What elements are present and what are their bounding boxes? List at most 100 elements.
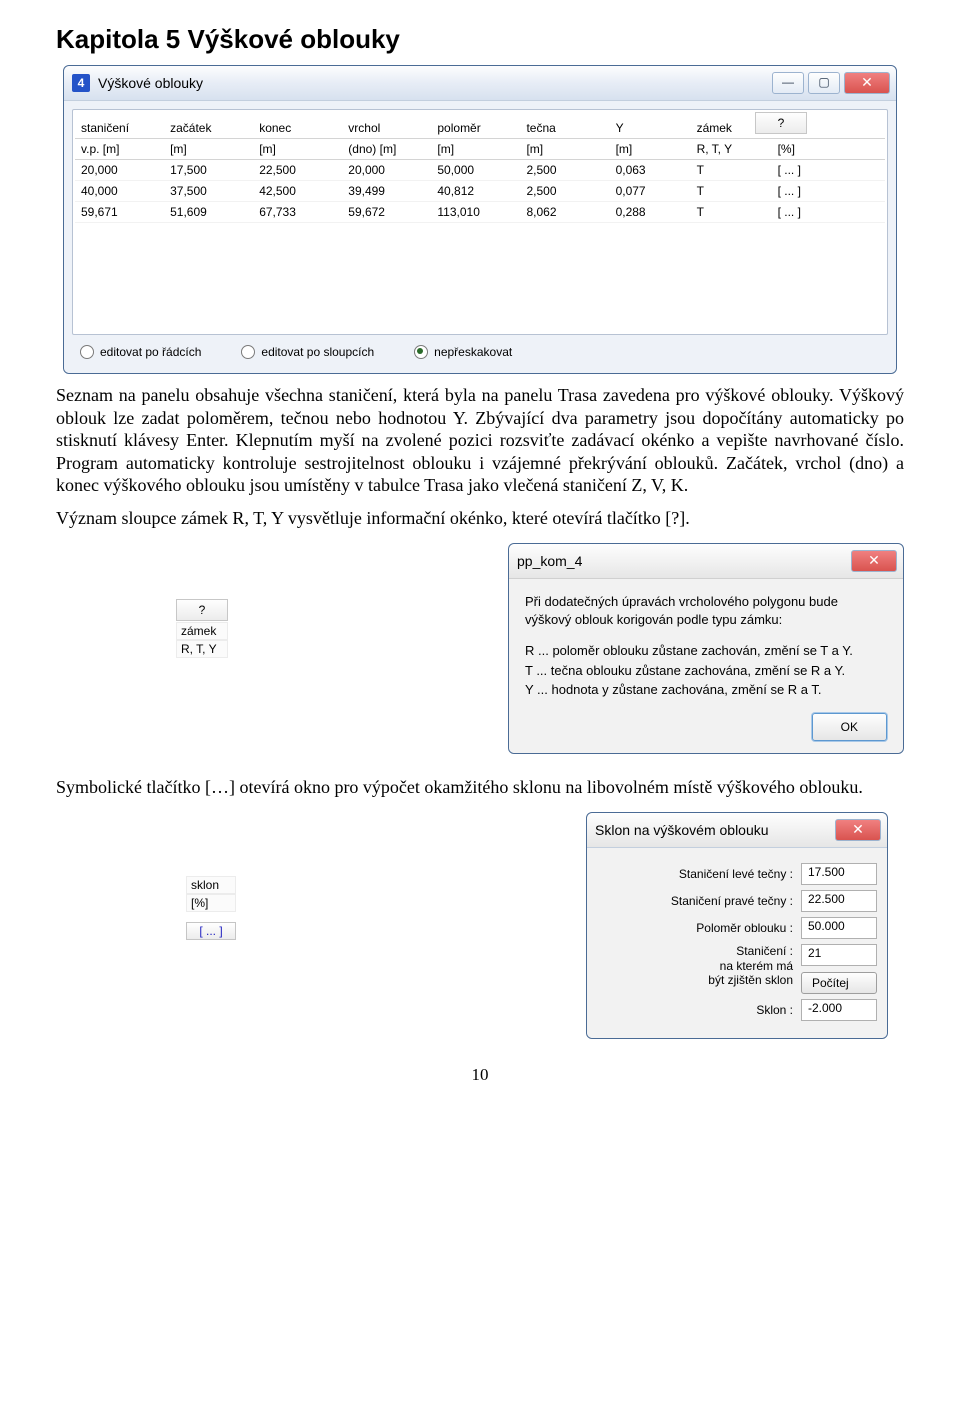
help-button[interactable]: ? xyxy=(176,599,228,621)
sklon-cell-button[interactable]: [ ... ] xyxy=(772,181,885,202)
field-label: Staničení : na kterém má být zjištěn skl… xyxy=(597,944,793,987)
dialog-text: Y ... hodnota y zůstane zachována, změní… xyxy=(525,681,887,699)
col-subheader: [m] xyxy=(164,139,253,160)
dialog-title: pp_kom_4 xyxy=(517,553,582,569)
window-title: Výškové oblouky xyxy=(98,75,203,91)
field-value[interactable]: 50.000 xyxy=(801,917,877,939)
form-row: Staničení : na kterém má být zjištěn skl… xyxy=(597,944,877,994)
close-button[interactable]: ✕ xyxy=(844,72,890,94)
cell[interactable]: 8,062 xyxy=(520,202,609,223)
cell[interactable]: 20,000 xyxy=(75,160,164,181)
col-header[interactable]: vrchol xyxy=(342,112,431,139)
dialog-text: T ... tečna oblouku zůstane zachována, z… xyxy=(525,662,887,680)
table-row: 40,000 37,500 42,500 39,499 40,812 2,500… xyxy=(75,181,885,202)
paragraph: Význam sloupce zámek R, T, Y vysvětluje … xyxy=(56,507,904,530)
cell[interactable]: 17,500 xyxy=(164,160,253,181)
cell[interactable]: 0,288 xyxy=(610,202,691,223)
cell[interactable]: 113,010 xyxy=(431,202,520,223)
field-label: Sklon : xyxy=(597,1003,793,1017)
col-subheader: [m] xyxy=(520,139,609,160)
radio-icon xyxy=(80,345,94,359)
close-button[interactable]: ✕ xyxy=(851,550,897,572)
col-header[interactable]: začátek xyxy=(164,112,253,139)
minimize-button[interactable]: — xyxy=(772,72,804,94)
col-header[interactable]: konec xyxy=(253,112,342,139)
col-header[interactable]: staničení xyxy=(75,112,164,139)
form-row: Poloměr oblouku : 50.000 xyxy=(597,917,877,939)
snippet-label: zámek xyxy=(176,622,228,640)
cell[interactable]: 20,000 xyxy=(342,160,431,181)
ok-button[interactable]: OK xyxy=(812,713,887,741)
compute-button[interactable]: Počítej xyxy=(801,972,877,994)
snippet-label: sklon xyxy=(186,876,236,894)
field-value[interactable]: 22.500 xyxy=(801,890,877,912)
cell[interactable]: 0,077 xyxy=(610,181,691,202)
field-label: Staničení pravé tečny : xyxy=(597,894,793,908)
col-subheader: [m] xyxy=(431,139,520,160)
sklon-cell-button[interactable]: [ ... ] xyxy=(186,922,236,940)
dialog-text: R ... poloměr oblouku zůstane zachován, … xyxy=(525,642,887,660)
maximize-button[interactable]: ▢ xyxy=(808,72,840,94)
col-subheader: R, T, Y xyxy=(691,139,772,160)
sklon-cell-button[interactable]: [ ... ] xyxy=(772,202,885,223)
dialog-sklon: Sklon na výškovém oblouku ✕ Staničení le… xyxy=(586,812,888,1039)
sklon-output: -2.000 xyxy=(801,999,877,1021)
field-label: Staničení levé tečny : xyxy=(597,867,793,881)
cell[interactable]: 39,499 xyxy=(342,181,431,202)
col-subheader: [m] xyxy=(610,139,691,160)
edit-mode-radios: editovat po řádcích editovat po sloupcíc… xyxy=(72,335,888,365)
app-icon: 4 xyxy=(72,74,90,92)
field-value[interactable]: 17.500 xyxy=(801,863,877,885)
help-button[interactable]: ? xyxy=(755,112,807,134)
window-titlebar[interactable]: 4 Výškové oblouky — ▢ ✕ xyxy=(64,66,896,101)
table-row: 20,000 17,500 22,500 20,000 50,000 2,500… xyxy=(75,160,885,181)
form-row: Staničení levé tečny : 17.500 xyxy=(597,863,877,885)
cell[interactable]: T xyxy=(691,181,772,202)
snippet-label: [%] xyxy=(186,894,236,912)
radio-edit-cols[interactable]: editovat po sloupcích xyxy=(241,345,374,359)
cell[interactable]: 67,733 xyxy=(253,202,342,223)
col-subheader: v.p. [m] xyxy=(75,139,164,160)
radio-icon xyxy=(241,345,255,359)
dialog-ppkom4: pp_kom_4 ✕ Při dodatečných úpravách vrch… xyxy=(508,543,904,754)
col-header[interactable]: Y xyxy=(610,112,691,139)
cell[interactable]: 2,500 xyxy=(520,181,609,202)
col-subheader: [%] xyxy=(772,139,885,160)
cell[interactable]: T xyxy=(691,202,772,223)
radio-edit-rows[interactable]: editovat po řádcích xyxy=(80,345,201,359)
dialog-titlebar[interactable]: Sklon na výškovém oblouku ✕ xyxy=(587,813,887,848)
cell[interactable]: 50,000 xyxy=(431,160,520,181)
radio-icon xyxy=(414,345,428,359)
header-row-2: v.p. [m] [m] [m] (dno) [m] [m] [m] [m] R… xyxy=(75,139,885,160)
form-row: Sklon : -2.000 xyxy=(597,999,877,1021)
cell[interactable]: 0,063 xyxy=(610,160,691,181)
close-button[interactable]: ✕ xyxy=(835,819,881,841)
field-label: Poloměr oblouku : xyxy=(597,921,793,935)
staniceni-input[interactable]: 21 xyxy=(801,944,877,966)
cell[interactable]: 42,500 xyxy=(253,181,342,202)
sklon-header-snippet: sklon [%] [ ... ] xyxy=(186,876,236,940)
cell[interactable]: 2,500 xyxy=(520,160,609,181)
cell[interactable]: 40,000 xyxy=(75,181,164,202)
cell[interactable]: T xyxy=(691,160,772,181)
chapter-title: Kapitola 5 Výškové oblouky xyxy=(56,24,904,55)
cell[interactable]: 59,672 xyxy=(342,202,431,223)
cell[interactable]: 51,609 xyxy=(164,202,253,223)
window-vyskove-oblouky: 4 Výškové oblouky — ▢ ✕ ? staničení xyxy=(63,65,897,374)
col-header[interactable]: tečna xyxy=(520,112,609,139)
cell[interactable]: 22,500 xyxy=(253,160,342,181)
paragraph: Seznam na panelu obsahuje všechna stanič… xyxy=(56,384,904,497)
col-header[interactable]: poloměr xyxy=(431,112,520,139)
radio-noskip[interactable]: nepřeskakovat xyxy=(414,345,512,359)
cell[interactable]: 59,671 xyxy=(75,202,164,223)
dialog-title: Sklon na výškovém oblouku xyxy=(595,822,769,838)
table-row: 59,671 51,609 67,733 59,672 113,010 8,06… xyxy=(75,202,885,223)
col-subheader: [m] xyxy=(253,139,342,160)
dialog-text: Při dodatečných úpravách vrcholového pol… xyxy=(525,593,887,628)
radio-label: editovat po sloupcích xyxy=(261,345,374,359)
sklon-cell-button[interactable]: [ ... ] xyxy=(772,160,885,181)
cell[interactable]: 37,500 xyxy=(164,181,253,202)
cell[interactable]: 40,812 xyxy=(431,181,520,202)
paragraph: Symbolické tlačítko […] otevírá okno pro… xyxy=(56,776,904,799)
dialog-titlebar[interactable]: pp_kom_4 ✕ xyxy=(509,544,903,579)
